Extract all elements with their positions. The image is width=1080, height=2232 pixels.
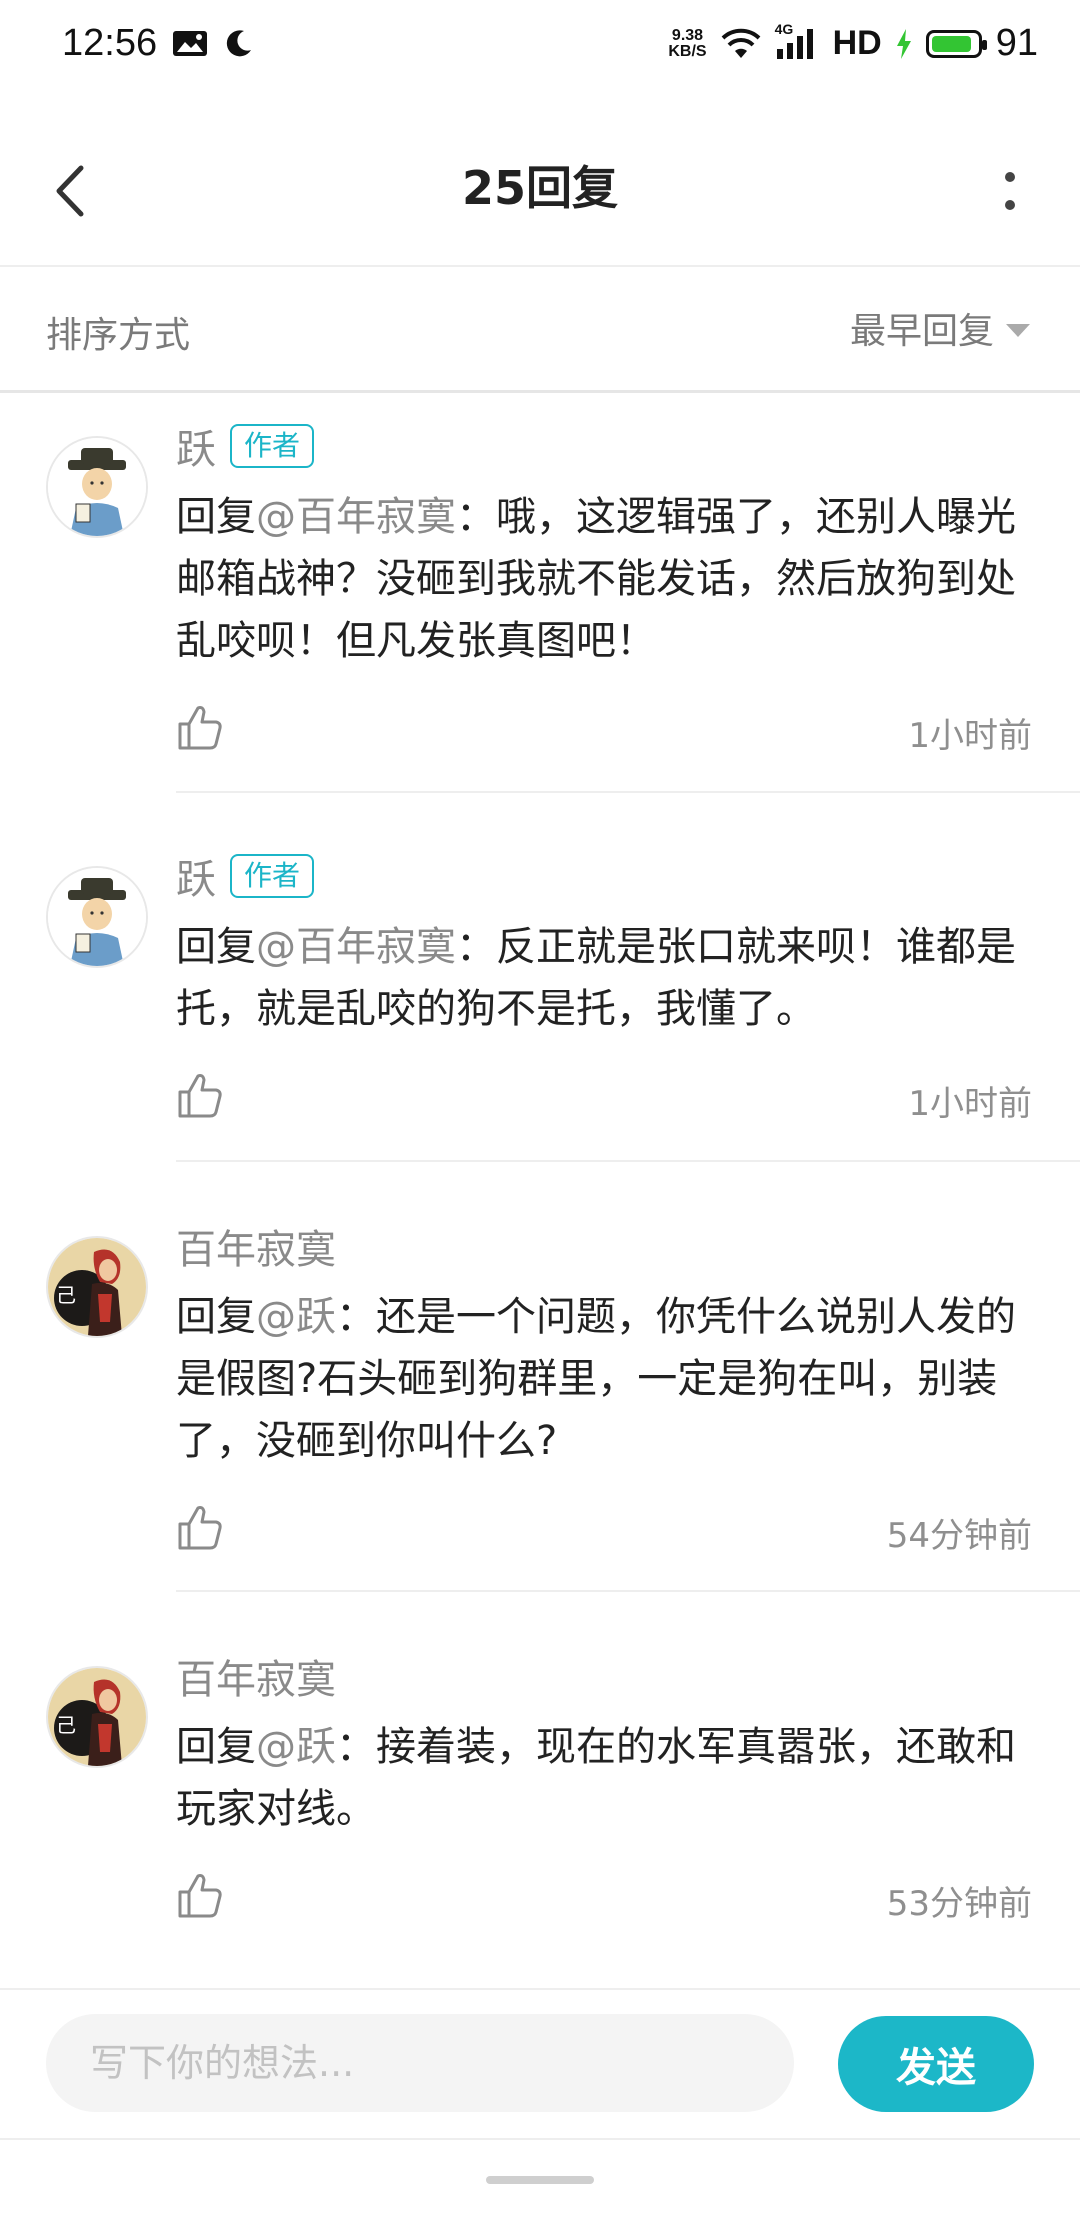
comment-input[interactable] (46, 2014, 794, 2112)
net-speed: 9.38 KB/S (668, 26, 707, 60)
send-button[interactable]: 发送 (838, 2016, 1034, 2112)
net-speed-value: 9.38 (671, 26, 704, 44)
comment-text[interactable]: 回复@跃：接着装，现在的水军真嚣张，还敢和玩家对线。 (176, 1716, 1040, 1840)
scholar-avatar-icon (48, 868, 146, 966)
wifi-icon (721, 28, 760, 58)
scholar-avatar-icon (48, 438, 146, 536)
status-right: 9.38 KB/S 4G HD 91 (668, 21, 1038, 65)
author-badge: 作者 (230, 854, 315, 898)
reply-prefix: 回复 (176, 1294, 256, 1340)
avatar[interactable]: 己 (46, 1236, 148, 1338)
comment-body: 百年寂寞 回复@跃：接着装，现在的水军真嚣张，还敢和玩家对线。 53分钟前 (176, 1650, 1040, 1932)
signal-icon: 4G (775, 21, 819, 61)
comment-divider (176, 1160, 1080, 1162)
sort-selected: 最早回复 (849, 311, 994, 352)
svg-text:己: 己 (56, 1283, 76, 1307)
sort-bar: 排序方式 最早回复 (0, 266, 1080, 393)
reply-prefix: 回复 (176, 924, 256, 970)
comment-time: 53分钟前 (886, 1884, 1032, 1924)
username[interactable]: 百年寂寞 (176, 1217, 336, 1275)
username[interactable]: 百年寂寞 (176, 1647, 336, 1705)
gallery-icon (173, 31, 207, 56)
comment-divider (176, 1590, 1080, 1592)
page-title: 25回复 (461, 161, 618, 215)
battery-icon (925, 29, 987, 58)
like-icon[interactable] (176, 702, 224, 752)
comment-time: 1小时前 (908, 716, 1032, 756)
hd-indicator: HD (832, 24, 882, 62)
comment-input-bar: 发送 (0, 1988, 1080, 2140)
comment-time: 54分钟前 (886, 1516, 1032, 1556)
sort-label: 排序方式 (46, 315, 191, 356)
mention-link[interactable]: @跃 (256, 1294, 336, 1340)
like-icon[interactable] (176, 1870, 224, 1920)
mention-link[interactable]: @跃 (256, 1724, 336, 1770)
avatar[interactable] (46, 866, 148, 968)
mention-link[interactable]: @百年寂寞 (256, 494, 456, 540)
net-speed-unit: KB/S (668, 42, 707, 60)
more-button[interactable] (980, 156, 1040, 226)
redhair-avatar-icon: 己 (48, 1238, 146, 1336)
comment-text[interactable]: 回复@百年寂寞：哦，这逻辑强了，还别人曝光邮箱战神？没砸到我就不能发话，然后放狗… (176, 486, 1040, 672)
comment-text[interactable]: 回复@百年寂寞：反正就是张口就来呗！谁都是托，就是乱咬的狗不是托，我懂了。 (176, 916, 1040, 1040)
comment-body: 跃 作者 回复@百年寂寞：反正就是张口就来呗！谁都是托，就是乱咬的狗不是托，我懂… (176, 850, 1040, 1132)
status-left-icons (172, 28, 254, 58)
comment-text[interactable]: 回复@跃：还是一个问题，你凭什么说别人发的是假图?石头砸到狗群里，一定是狗在叫，… (176, 1286, 1040, 1472)
reply-prefix: 回复 (176, 1724, 256, 1770)
more-vertical-icon (1005, 172, 1015, 210)
author-badge: 作者 (230, 424, 315, 468)
like-icon[interactable] (176, 1502, 224, 1552)
home-indicator[interactable] (486, 2176, 594, 2184)
redhair-avatar-icon: 己 (48, 1668, 146, 1766)
comment-time: 1小时前 (908, 1084, 1032, 1124)
comment-body: 跃 作者 回复@百年寂寞：哦，这逻辑强了，还别人曝光邮箱战神？没砸到我就不能发话… (176, 420, 1040, 764)
like-icon[interactable] (176, 1070, 224, 1120)
username[interactable]: 跃 (176, 847, 216, 905)
header: 25回复 (0, 120, 1080, 267)
battery-fill (931, 35, 972, 52)
reply-prefix: 回复 (176, 494, 256, 540)
sort-dropdown[interactable]: 最早回复 (850, 302, 1030, 354)
svg-text:己: 己 (56, 1713, 76, 1737)
charging-icon (896, 28, 911, 59)
avatar[interactable] (46, 436, 148, 538)
comment-divider (176, 791, 1080, 793)
avatar[interactable]: 己 (46, 1666, 148, 1768)
moon-icon (226, 30, 251, 57)
status-time: 12:56 (62, 22, 158, 64)
chevron-down-icon (1006, 323, 1030, 337)
battery-level: 91 (995, 22, 1038, 64)
mention-link[interactable]: @百年寂寞 (256, 924, 456, 970)
username[interactable]: 跃 (176, 417, 216, 475)
comment-body: 百年寂寞 回复@跃：还是一个问题，你凭什么说别人发的是假图?石头砸到狗群里，一定… (176, 1220, 1040, 1564)
